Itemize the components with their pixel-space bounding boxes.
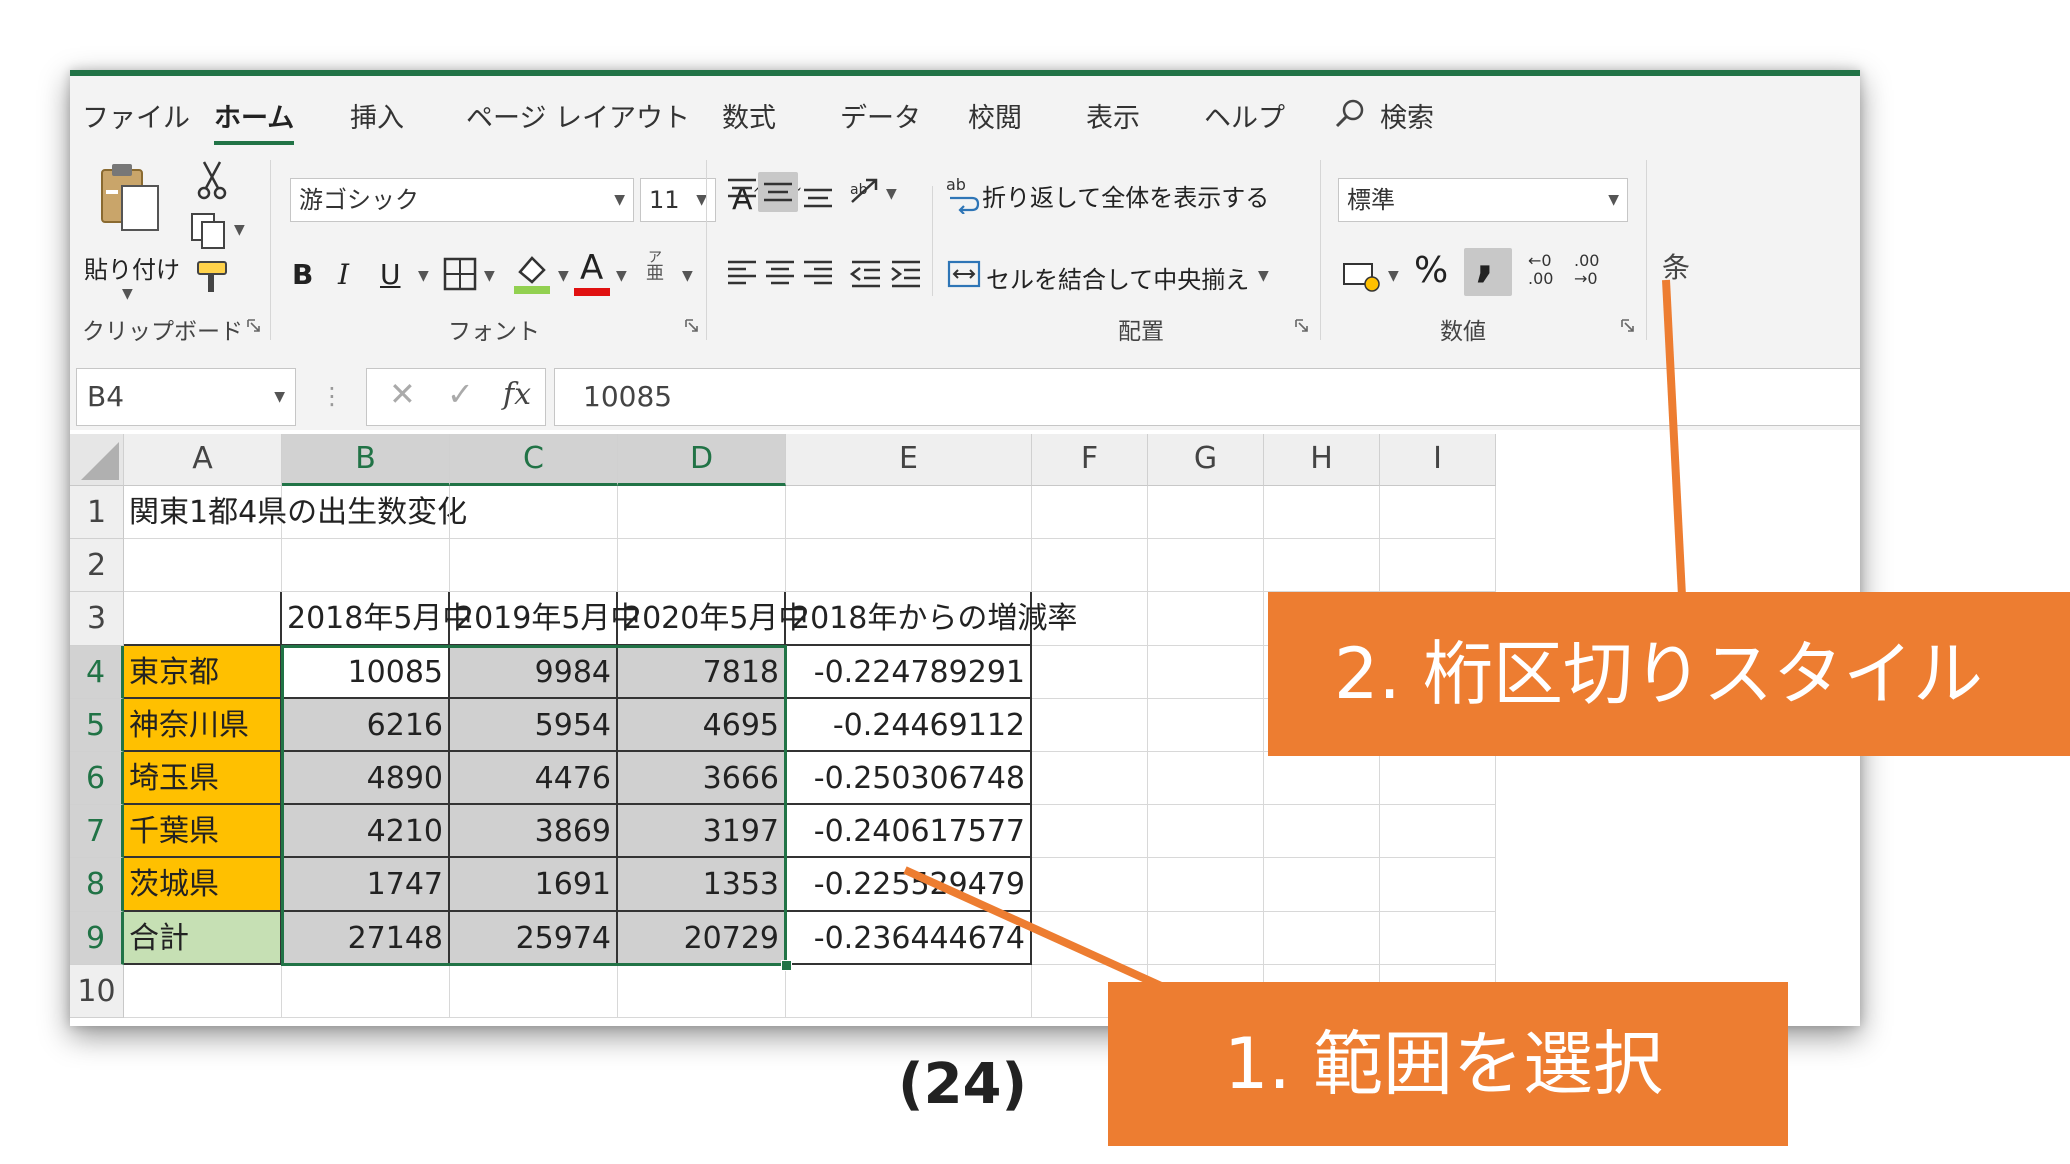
- callout-select-range: 1. 範囲を選択: [1108, 982, 1788, 1146]
- page-label: (24): [898, 1052, 1028, 1117]
- arrow-to-comma-style: [1662, 279, 1686, 597]
- arrow-to-selection: [903, 866, 1172, 994]
- callout-comma-style: 2. 桁区切りスタイル: [1268, 592, 2070, 756]
